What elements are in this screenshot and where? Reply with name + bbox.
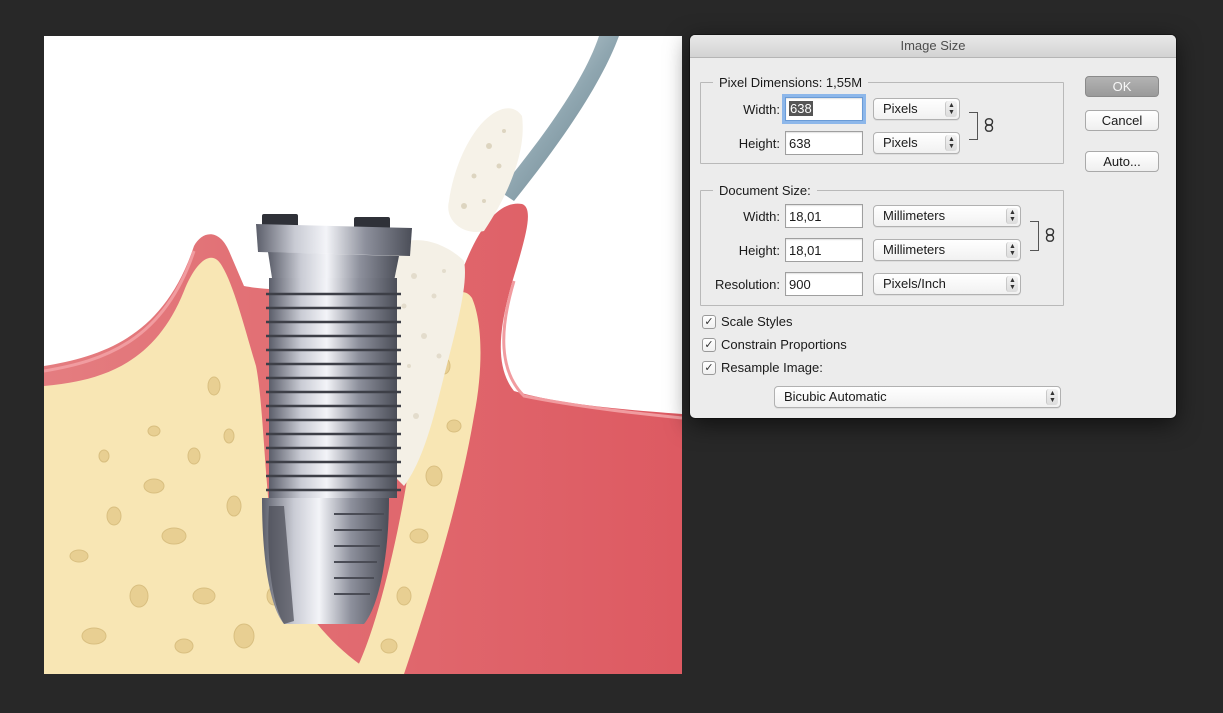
dental-implant-illustration [44, 36, 682, 674]
ok-button[interactable]: OK [1085, 76, 1159, 97]
pixel-width-label: Width: [743, 102, 780, 117]
chain-link-icon [984, 118, 994, 132]
document-canvas [44, 36, 682, 674]
up-down-arrows-icon: ▲ ▼ [945, 101, 957, 117]
pixel-height-unit: Pixels [883, 135, 918, 150]
cancel-button[interactable]: Cancel [1085, 110, 1159, 131]
check-icon: ✓ [702, 315, 716, 329]
resolution-label: Resolution: [714, 277, 780, 292]
up-down-arrows-icon: ▲ ▼ [945, 135, 957, 151]
check-icon: ✓ [702, 338, 716, 352]
resample-method-select[interactable]: Bicubic Automatic ▲ ▼ [774, 386, 1061, 408]
resample-method-value: Bicubic Automatic [784, 389, 887, 404]
constrain-proportions-label: Constrain Proportions [721, 337, 847, 352]
doc-width-input[interactable] [785, 204, 863, 228]
chain-link-icon [1045, 228, 1055, 242]
image-size-dialog: Image Size Pixel Dimensions: 1,55M Width… [690, 35, 1176, 418]
auto-button[interactable]: Auto... [1085, 151, 1159, 172]
up-down-arrows-icon: ▲ ▼ [1006, 208, 1018, 224]
pixel-width-value: 638 [789, 101, 813, 116]
pixel-height-label: Height: [738, 136, 780, 151]
resolution-unit-select[interactable]: Pixels/Inch ▲ ▼ [873, 273, 1021, 295]
document-size-legend: Document Size: [719, 183, 811, 198]
doc-height-input[interactable] [785, 238, 863, 262]
resolution-unit: Pixels/Inch [883, 276, 946, 291]
pixel-width-unit: Pixels [883, 101, 918, 116]
pixel-height-unit-select[interactable]: Pixels ▲ ▼ [873, 132, 960, 154]
doc-link-bracket [1030, 221, 1039, 251]
doc-width-unit: Millimeters [883, 208, 946, 223]
doc-height-label: Height: [738, 243, 780, 258]
doc-height-unit: Millimeters [883, 242, 946, 257]
graft-applicator [448, 36, 619, 232]
doc-width-label: Width: [743, 209, 780, 224]
pixel-link-bracket [969, 112, 978, 140]
dialog-title: Image Size [690, 35, 1176, 58]
pixel-dimensions-legend: Pixel Dimensions: 1,55M [719, 75, 863, 90]
up-down-arrows-icon: ▲ ▼ [1006, 276, 1018, 292]
pixel-height-input[interactable] [785, 131, 863, 155]
doc-width-unit-select[interactable]: Millimeters ▲ ▼ [873, 205, 1021, 227]
up-down-arrows-icon: ▲ ▼ [1006, 242, 1018, 258]
scale-styles-label: Scale Styles [721, 314, 793, 329]
pixel-width-unit-select[interactable]: Pixels ▲ ▼ [873, 98, 960, 120]
resolution-input[interactable] [785, 272, 863, 296]
resample-image-label: Resample Image: [721, 360, 823, 375]
check-icon: ✓ [702, 361, 716, 375]
pixel-width-input[interactable]: 638 [785, 97, 863, 121]
doc-height-unit-select[interactable]: Millimeters ▲ ▼ [873, 239, 1021, 261]
up-down-arrows-icon: ▲ ▼ [1046, 389, 1058, 405]
